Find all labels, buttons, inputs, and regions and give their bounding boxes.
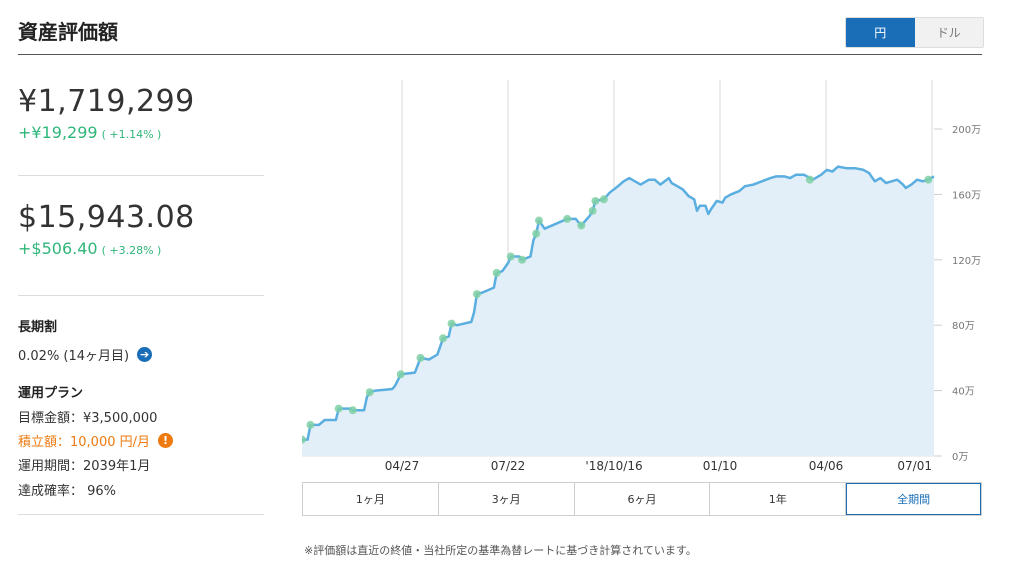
contribution-marker bbox=[591, 196, 600, 205]
contribution-marker bbox=[447, 319, 456, 328]
usd-value: $15,943.08 bbox=[18, 200, 195, 235]
y-tick-label: 160万 bbox=[952, 190, 981, 201]
contribution-marker bbox=[532, 229, 541, 238]
y-tick-label: 80万 bbox=[952, 321, 975, 332]
x-tick-label: 04/06 bbox=[809, 459, 844, 472]
y-tick-label: 0万 bbox=[952, 452, 968, 463]
plan-label: 運用プラン bbox=[18, 386, 84, 401]
contribution-marker bbox=[535, 216, 543, 225]
usd-change-amount: +$506.40 bbox=[18, 239, 98, 258]
plan-contribution: 積立額：10,000 円/月 bbox=[18, 435, 150, 450]
contribution-marker bbox=[439, 334, 448, 343]
yen-summary: ¥1,719,299 +¥19,299( +1.14% ) bbox=[18, 84, 264, 142]
plan-probability: 達成確率： 96% bbox=[18, 484, 117, 499]
currency-toggle[interactable]: 円 ドル bbox=[845, 17, 984, 48]
range-tab-1year[interactable]: 1年 bbox=[710, 483, 847, 515]
x-tick-label: 07/22 bbox=[491, 459, 526, 472]
contribution-marker bbox=[365, 388, 374, 397]
y-tick-label: 200万 bbox=[952, 125, 981, 136]
header-divider bbox=[18, 54, 982, 55]
contribution-marker bbox=[506, 252, 515, 261]
contribution-marker bbox=[805, 175, 814, 184]
warning-icon[interactable]: ! bbox=[158, 433, 173, 448]
currency-yen-button[interactable]: 円 bbox=[846, 18, 915, 47]
long-term-value: 0.02% (14ヶ月目) bbox=[18, 349, 130, 364]
range-tab-all[interactable]: 全期間 bbox=[846, 483, 981, 515]
y-tick-label: 40万 bbox=[952, 387, 975, 398]
contribution-marker bbox=[472, 290, 481, 299]
arrow-right-icon[interactable]: ➔ bbox=[137, 347, 153, 362]
contribution-marker bbox=[577, 221, 586, 230]
divider bbox=[18, 295, 264, 296]
contribution-marker bbox=[588, 206, 597, 215]
contribution-marker bbox=[563, 214, 572, 223]
yen-change: +¥19,299( +1.14% ) bbox=[18, 123, 264, 142]
long-term-label: 長期割 bbox=[18, 320, 58, 335]
x-tick-label: 04/27 bbox=[385, 459, 420, 472]
contribution-marker bbox=[396, 370, 405, 379]
y-axis-labels: 0万 40万 80万 120万 160万 200万 bbox=[952, 125, 981, 463]
currency-dollar-button[interactable]: ドル bbox=[914, 18, 983, 47]
usd-summary: $15,943.08 +$506.40( +3.28% ) bbox=[18, 200, 264, 258]
contribution-marker bbox=[334, 404, 343, 413]
usd-change-pct: ( +3.28% ) bbox=[101, 244, 162, 257]
contribution-marker bbox=[599, 195, 608, 204]
contribution-marker bbox=[306, 420, 315, 429]
divider bbox=[18, 514, 264, 515]
contribution-marker bbox=[492, 268, 501, 277]
asset-chart: 04/27 07/22 '18/10/16 01/10 04/06 07/01 0万 40万… bbox=[302, 80, 981, 472]
range-tab-1month[interactable]: 1ヶ月 bbox=[303, 483, 439, 515]
range-tabs[interactable]: 1ヶ月 3ヶ月 6ヶ月 1年 全期間 bbox=[302, 482, 982, 516]
x-axis-labels: 04/27 07/22 '18/10/16 01/10 04/06 07/01 bbox=[385, 459, 932, 472]
yen-value: ¥1,719,299 bbox=[18, 84, 195, 119]
footnote: ※評価額は直近の終値・当社所定の基準為替レートに基づき計算されています。 bbox=[304, 544, 697, 557]
yen-change-amount: +¥19,299 bbox=[18, 123, 98, 142]
x-tick-label: '18/10/16 bbox=[585, 459, 642, 472]
page-title: 資産評価額 bbox=[18, 20, 118, 44]
plan-period: 運用期間：2039年1月 bbox=[18, 459, 151, 474]
plan-target: 目標金額：¥3,500,000 bbox=[18, 411, 158, 426]
area-fill bbox=[302, 166, 934, 456]
usd-change: +$506.40( +3.28% ) bbox=[18, 239, 264, 258]
plan-panel: 長期割 0.02% (14ヶ月目) ➔ 運用プラン 目標金額：¥3,500,00… bbox=[18, 316, 264, 499]
yen-change-pct: ( +1.14% ) bbox=[101, 128, 162, 141]
contribution-marker bbox=[416, 353, 425, 362]
contribution-marker bbox=[348, 406, 357, 415]
x-tick-label: 07/01 bbox=[897, 459, 932, 472]
y-tick-label: 120万 bbox=[952, 256, 981, 267]
contribution-marker bbox=[924, 175, 933, 184]
x-tick-label: 01/10 bbox=[703, 459, 738, 472]
contribution-marker bbox=[518, 255, 527, 264]
divider bbox=[18, 175, 264, 176]
range-tab-6months[interactable]: 6ヶ月 bbox=[575, 483, 711, 515]
range-tab-3months[interactable]: 3ヶ月 bbox=[439, 483, 575, 515]
